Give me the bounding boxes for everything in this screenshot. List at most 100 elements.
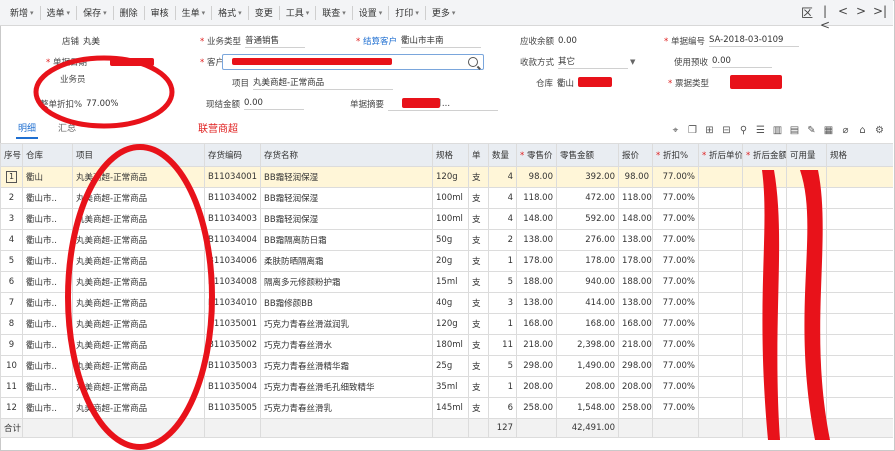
table-cell[interactable]: 258.00 xyxy=(618,397,653,419)
table-cell[interactable]: 12 xyxy=(0,397,23,419)
table-cell[interactable]: 柔肤防晒隔离霜 xyxy=(260,250,433,272)
column-header[interactable]: 规格 xyxy=(432,143,469,167)
table-cell[interactable]: 120g xyxy=(432,313,469,335)
table-cell[interactable]: 77.00% xyxy=(652,376,699,398)
column-header[interactable]: 数量 xyxy=(488,143,517,167)
table-cell[interactable]: BB霜轻润保湿 xyxy=(260,166,433,188)
table-cell[interactable]: 支 xyxy=(468,229,489,251)
table-cell[interactable]: 4 xyxy=(488,187,517,209)
table-cell[interactable]: B11034008 xyxy=(204,271,261,293)
table-cell[interactable]: 衢山市.. xyxy=(22,250,73,272)
table-cell[interactable]: 支 xyxy=(468,355,489,377)
table-cell[interactable]: 940.00 xyxy=(556,271,619,293)
table-cell[interactable] xyxy=(698,187,743,209)
table-cell[interactable]: 支 xyxy=(468,334,489,356)
table-row[interactable]: 11 衢山市.. 丸美商超-正常商品 B11035004 巧克力青春丝滑毛孔细致精华 35… xyxy=(0,376,893,398)
table-cell[interactable]: 丸美商超-正常商品 xyxy=(72,397,205,419)
chart-icon[interactable]: ▤ xyxy=(789,125,800,136)
table-cell[interactable]: 6 xyxy=(0,271,23,293)
table-cell[interactable]: 208.00 xyxy=(556,376,619,398)
table-cell[interactable]: 168.00 xyxy=(516,313,557,335)
table-cell[interactable]: 巧克力青春丝滑水 xyxy=(260,334,433,356)
table-row[interactable]: 9 衢山市.. 丸美商超-正常商品 B11035002 巧克力青春丝滑水 180ml 支 11… xyxy=(0,334,893,356)
table-cell[interactable]: 隔离多元修颜粉护霜 xyxy=(260,271,433,293)
table-cell[interactable] xyxy=(826,187,893,209)
column-header[interactable]: * 折后金额 xyxy=(742,143,787,167)
table-cell[interactable]: B11035005 xyxy=(204,397,261,419)
table-cell[interactable]: 77.00% xyxy=(652,334,699,356)
table-cell[interactable]: 50g xyxy=(432,229,469,251)
toolbar-button-1[interactable]: 选单 ▾ xyxy=(43,4,75,22)
table-cell[interactable]: 丸美商超-正常商品 xyxy=(72,229,205,251)
table-cell[interactable]: B11035001 xyxy=(204,313,261,335)
table-cell[interactable]: 衢山市.. xyxy=(22,187,73,209)
table-cell[interactable]: 414.00 xyxy=(556,292,619,314)
toolbar-button-11[interactable]: 打印 ▾ xyxy=(391,4,423,22)
table-cell[interactable]: B11035002 xyxy=(204,334,261,356)
table-cell[interactable]: 3 xyxy=(0,208,23,230)
table-cell[interactable]: 衢山市.. xyxy=(22,271,73,293)
table-cell[interactable] xyxy=(826,355,893,377)
table-cell[interactable] xyxy=(786,166,827,188)
table-cell[interactable]: 168.00 xyxy=(618,313,653,335)
table-cell[interactable]: 218.00 xyxy=(516,334,557,356)
table-row[interactable]: 4 衢山市.. 丸美商超-正常商品 B11034004 BB霜隔离防日霜 50g 支 2 138… xyxy=(0,229,893,251)
table-cell[interactable]: 衢山市.. xyxy=(22,334,73,356)
table-cell[interactable]: 丸美商超-正常商品 xyxy=(72,208,205,230)
table-cell[interactable]: 98.00 xyxy=(618,166,653,188)
table-cell[interactable]: 218.00 xyxy=(618,334,653,356)
field-customer[interactable]: * 客户 xyxy=(200,54,224,70)
table-cell[interactable] xyxy=(826,250,893,272)
table-row[interactable]: 6 衢山市.. 丸美商超-正常商品 B11034008 隔离多元修颜粉护霜 15ml 支 5 1… xyxy=(0,271,893,293)
toolbar-button-2[interactable]: 保存 ▾ xyxy=(79,4,111,22)
column-header[interactable]: 零售金额 xyxy=(556,143,619,167)
toolbar-button-10[interactable]: 设置 ▾ xyxy=(355,4,387,22)
list-icon[interactable]: ☰ xyxy=(755,125,766,136)
table-cell[interactable] xyxy=(826,229,893,251)
column-header[interactable]: 可用量 xyxy=(786,143,827,167)
column-header[interactable]: 仓库 xyxy=(22,143,73,167)
table-cell[interactable]: 180ml xyxy=(432,334,469,356)
table-cell[interactable]: 208.00 xyxy=(618,376,653,398)
table-cell[interactable]: 1 xyxy=(488,250,517,272)
table-cell[interactable] xyxy=(698,313,743,335)
toolbar-button-5[interactable]: 生单 ▾ xyxy=(178,4,210,22)
table-cell[interactable]: 2 xyxy=(0,187,23,209)
table-cell[interactable]: 巧克力青春丝滑精华霜 xyxy=(260,355,433,377)
table-row[interactable]: 3 衢山市.. 丸美商超-正常商品 B11034003 BB霜轻润保湿 100ml 支 4 14… xyxy=(0,208,893,230)
table-cell[interactable]: 100ml xyxy=(432,208,469,230)
column-header[interactable]: * 零售价 xyxy=(516,143,557,167)
table-cell[interactable]: 148.00 xyxy=(516,208,557,230)
table-cell[interactable] xyxy=(826,376,893,398)
table-cell[interactable] xyxy=(742,250,787,272)
toolbar-button-4[interactable]: 审核 xyxy=(147,4,173,22)
table-row[interactable]: 10 衢山市.. 丸美商超-正常商品 B11035003 巧克力青春丝滑精华霜 25g 支 5… xyxy=(0,355,893,377)
table-cell[interactable]: 392.00 xyxy=(556,166,619,188)
table-cell[interactable] xyxy=(826,292,893,314)
table-row[interactable]: 2 衢山市.. 丸美商超-正常商品 B11034002 BB霜轻润保湿 100ml 支 4 11… xyxy=(0,187,893,209)
table-cell[interactable]: 支 xyxy=(468,271,489,293)
table-cell[interactable]: 77.00% xyxy=(652,397,699,419)
table-cell[interactable]: 丸美商超-正常商品 xyxy=(72,313,205,335)
table-cell[interactable]: 592.00 xyxy=(556,208,619,230)
table-cell[interactable]: 衢山市.. xyxy=(22,208,73,230)
table-cell[interactable]: 77.00% xyxy=(652,250,699,272)
field-doc-type[interactable]: * 票据类型 xyxy=(668,75,709,91)
table-cell[interactable] xyxy=(742,271,787,293)
column-header[interactable]: 单 xyxy=(468,143,489,167)
column-header[interactable]: 序号 xyxy=(0,143,23,167)
table-cell[interactable]: 丸美商超-正常商品 xyxy=(72,250,205,272)
table-cell[interactable] xyxy=(698,292,743,314)
table-cell[interactable]: 10 xyxy=(0,355,23,377)
field-discount[interactable]: 整单折扣% 77.00% xyxy=(40,96,146,112)
column-icon[interactable]: ▥ xyxy=(772,125,783,136)
table-cell[interactable]: 1 xyxy=(488,376,517,398)
table-cell[interactable]: 衢山 xyxy=(22,166,73,188)
table-cell[interactable]: 5 xyxy=(488,271,517,293)
table-cell[interactable]: 188.00 xyxy=(618,271,653,293)
table-cell[interactable]: 15ml xyxy=(432,271,469,293)
table-cell[interactable]: 138.00 xyxy=(516,229,557,251)
table-cell[interactable]: 77.00% xyxy=(652,229,699,251)
table-cell[interactable]: 8 xyxy=(0,313,23,335)
field-project[interactable]: 项目 丸美商超-正常商品 xyxy=(232,75,394,91)
